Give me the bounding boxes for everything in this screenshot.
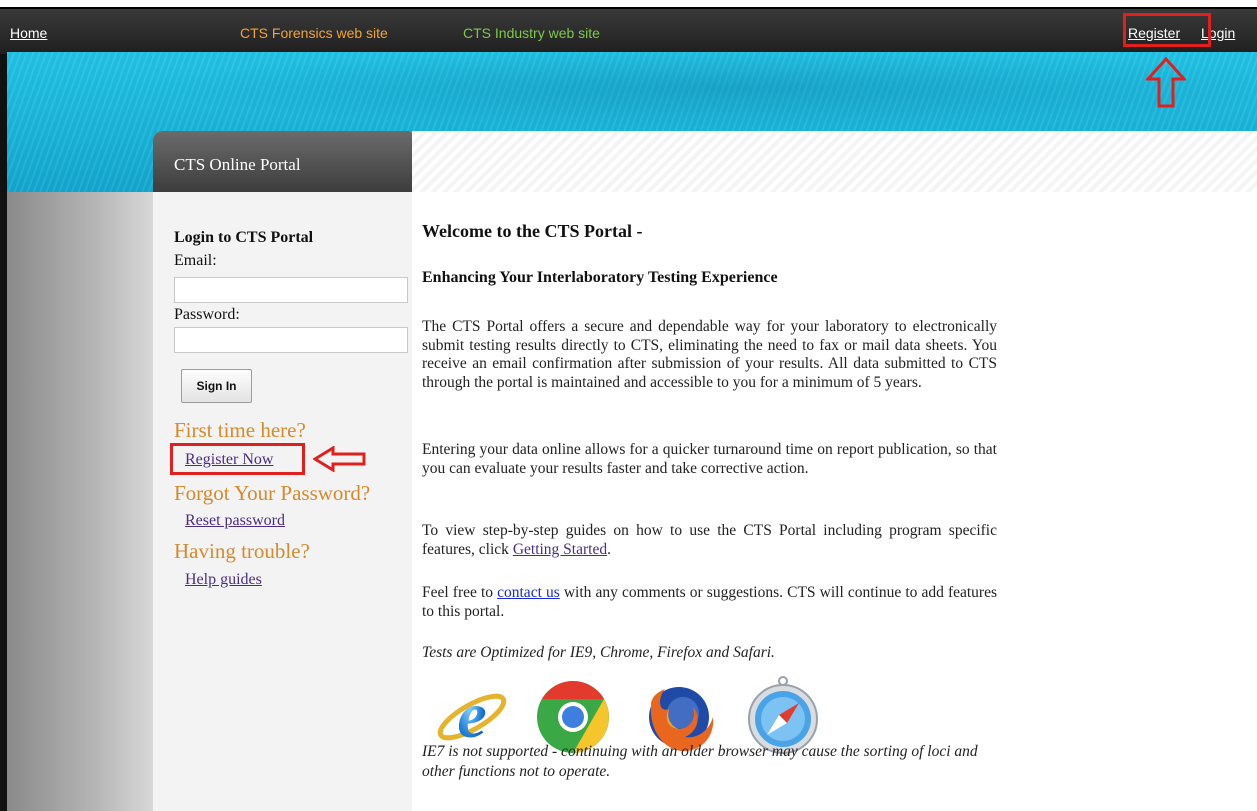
- page: Home CTS Forensics web site CTS Industry…: [0, 0, 1257, 811]
- tab-strip: [412, 131, 1257, 192]
- top-nav-bar: Home CTS Forensics web site CTS Industry…: [0, 7, 1257, 54]
- reset-password-link[interactable]: Reset password: [185, 512, 285, 530]
- portal-tab: CTS Online Portal: [153, 131, 412, 192]
- email-field[interactable]: [174, 277, 408, 303]
- banner-shading: [100, 52, 1250, 132]
- annotation-left-arrow-icon: [313, 446, 366, 472]
- left-gutter: [7, 192, 153, 811]
- turnaround-paragraph: Entering your data online allows for a q…: [422, 441, 997, 477]
- annotation-up-arrow-icon: [1146, 57, 1186, 108]
- main-content: Welcome to the CTS Portal - Enhancing Yo…: [412, 192, 1257, 811]
- having-trouble-heading: Having trouble?: [174, 539, 310, 563]
- portal-tab-label: CTS Online Portal: [174, 155, 301, 174]
- register-highlight-box: [1123, 13, 1211, 47]
- guides-text-end: .: [607, 540, 611, 558]
- forgot-password-heading: Forgot Your Password?: [174, 481, 371, 505]
- guides-text: To view step-by-step guides on how to us…: [422, 522, 997, 558]
- contact-us-link[interactable]: contact us: [497, 584, 560, 601]
- nav-forensics-link[interactable]: CTS Forensics web site: [240, 25, 388, 41]
- getting-started-link[interactable]: Getting Started: [513, 541, 607, 558]
- intro-paragraph: The CTS Portal offers a secure and depen…: [422, 318, 997, 391]
- contact-text: Feel free to: [422, 584, 498, 601]
- help-guides-link[interactable]: Help guides: [185, 571, 262, 589]
- password-field[interactable]: [174, 327, 408, 353]
- nav-home-link[interactable]: Home: [10, 25, 47, 41]
- browser-support-note: Tests are Optimized for IE9, Chrome, Fir…: [422, 644, 775, 661]
- nav-industry-link[interactable]: CTS Industry web site: [463, 25, 600, 41]
- sign-in-button[interactable]: Sign In: [181, 369, 252, 403]
- login-sidebar: Login to CTS Portal Email: Password: Sig…: [153, 192, 412, 811]
- register-now-highlight-box: [170, 443, 305, 475]
- welcome-subtitle: Enhancing Your Interlaboratory Testing E…: [422, 269, 778, 286]
- guides-paragraph: To view step-by-step guides on how to us…: [422, 522, 997, 559]
- ie7-warning: IE7 is not supported - continuing with a…: [422, 743, 978, 780]
- contact-paragraph: Feel free to contact us with any comment…: [422, 584, 997, 621]
- first-time-heading: First time here?: [174, 418, 306, 442]
- welcome-title: Welcome to the CTS Portal -: [422, 221, 643, 241]
- email-label: Email:: [174, 252, 217, 269]
- login-title: Login to CTS Portal: [174, 229, 314, 246]
- window-left-edge: [0, 7, 7, 811]
- password-label: Password:: [174, 306, 240, 323]
